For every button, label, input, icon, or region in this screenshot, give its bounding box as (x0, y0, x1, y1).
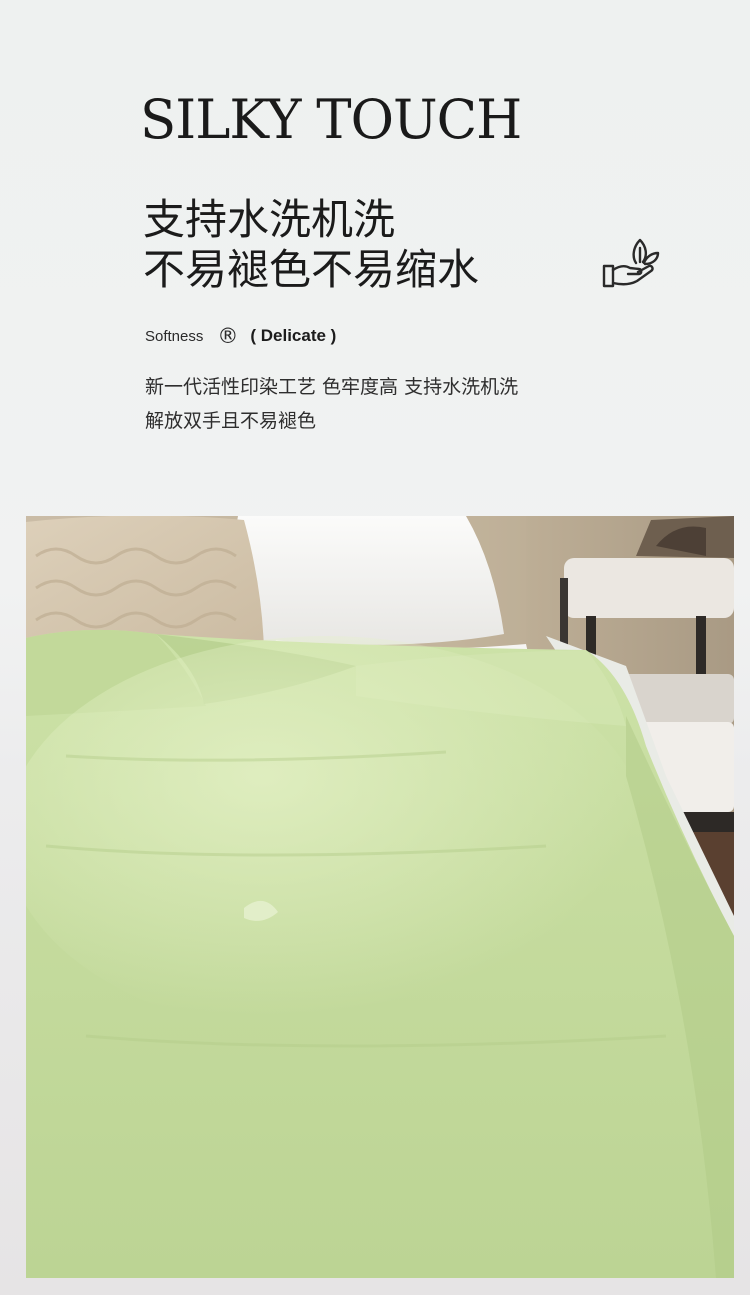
description-line-1: 新一代活性印染工艺 色牢度高 支持水洗机洗 (145, 376, 519, 398)
headline: 支持水洗机洗 不易褪色不易缩水 (143, 195, 479, 295)
bedding-photo (26, 516, 734, 1278)
headline-line-1: 支持水洗机洗 (143, 195, 396, 244)
beige-pillow (26, 516, 264, 652)
headline-line-2: 不易褪色不易缩水 (143, 245, 480, 294)
softness-tag: Softness ® ( Delicate ) (145, 320, 336, 352)
brand-title: SILKY TOUCH (140, 88, 522, 151)
registered-mark: ® (217, 324, 239, 348)
delicate-label: ( Delicate ) (250, 326, 337, 345)
description-line-2: 解放双手且不易褪色 (145, 410, 317, 432)
hand-leaf-icon (600, 232, 662, 294)
softness-label: Softness (145, 327, 204, 345)
description: 新一代活性印染工艺 色牢度高 支持水洗机洗 解放双手且不易褪色 (145, 370, 518, 438)
green-duvet (26, 629, 734, 1278)
